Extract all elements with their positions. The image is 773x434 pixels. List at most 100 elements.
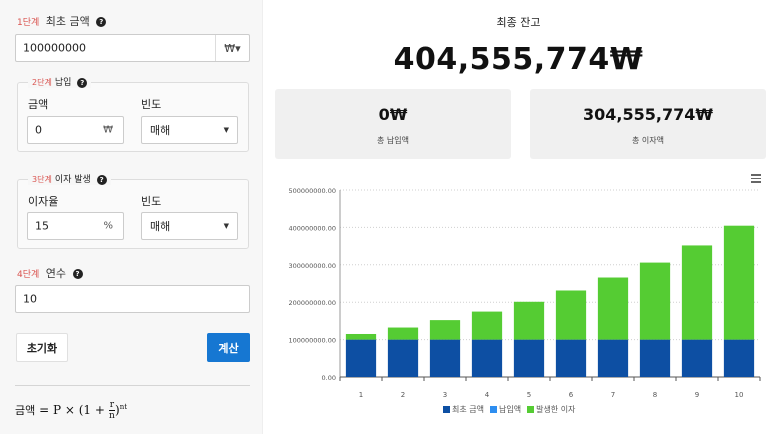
bar-segment-interest[interactable] <box>471 311 503 340</box>
y-tick-label: 200000000.00 <box>288 299 336 307</box>
legend-label: 최초 금액 <box>452 405 484 414</box>
y-tick-label: 400000000.00 <box>288 224 336 232</box>
total-deposit-card: 0₩ 총 납입액 <box>275 89 511 159</box>
formula-exponent: nt <box>119 403 128 411</box>
deposit-currency-suffix: ₩ <box>103 124 113 136</box>
x-tick-label: 5 <box>527 391 531 399</box>
x-tick-label: 3 <box>443 391 447 399</box>
y-tick-label: 0.00 <box>322 374 336 382</box>
total-interest-label: 총 이자액 <box>632 136 664 145</box>
years-input[interactable]: 10 <box>15 285 250 313</box>
bar-segment-interest[interactable] <box>639 262 671 340</box>
interest-rate-input[interactable]: 15 % <box>27 212 124 240</box>
initial-amount-value: 100000000 <box>23 41 86 55</box>
legend-label: 발생한 이자 <box>536 405 576 414</box>
step3-label: 이자 발생 <box>54 175 91 185</box>
deposit-amount-label: 금액 <box>28 98 49 111</box>
bar-segment-principal[interactable] <box>681 339 713 377</box>
interest-rate-label: 이자율 <box>28 195 59 208</box>
interest-frequency-label: 빈도 <box>141 195 162 208</box>
bar-segment-interest[interactable] <box>345 333 377 340</box>
chart-legend: 최초 금액 납입액 발생한 이자 <box>443 404 575 415</box>
y-tick-label: 300000000.00 <box>288 262 336 270</box>
step4-label: 연수 <box>45 267 67 280</box>
x-tick-label: 9 <box>695 391 699 399</box>
x-tick-label: 6 <box>569 391 574 399</box>
legend-label: 납입액 <box>498 405 522 414</box>
bar-segment-principal[interactable] <box>345 339 377 377</box>
step1-label: 최초 금액 <box>45 15 90 28</box>
total-deposit-value: 0₩ <box>378 105 408 124</box>
bar-segment-interest[interactable] <box>681 245 713 340</box>
currency-dropdown-button[interactable]: ₩▾ <box>215 35 249 61</box>
interest-frequency-value: 매해 <box>150 220 171 233</box>
formula-body: = P × (1 + <box>39 403 109 417</box>
step2-number: 2단계 <box>32 78 52 87</box>
interest-frequency-select[interactable]: 매해 ▼ <box>141 212 238 240</box>
x-tick-label: 4 <box>485 391 490 399</box>
total-interest-card: 304,555,774₩ 총 이자액 <box>530 89 766 159</box>
divider <box>15 385 250 386</box>
percent-suffix: % <box>103 220 113 232</box>
total-deposit-label: 총 납입액 <box>377 136 409 145</box>
legend-item-interest[interactable]: 발생한 이자 <box>527 404 575 415</box>
legend-swatch <box>489 406 497 413</box>
years-value: 10 <box>23 292 37 306</box>
x-tick-label: 7 <box>611 391 615 399</box>
step3-legend: 3단계 이자 발생 ? <box>28 172 111 185</box>
bar-segment-interest[interactable] <box>597 277 629 340</box>
bar-segment-principal[interactable] <box>639 339 671 377</box>
step1-number: 1단계 <box>17 18 40 28</box>
bar-segment-interest[interactable] <box>387 327 419 340</box>
bar-segment-principal[interactable] <box>387 339 419 377</box>
formula-prefix: 금액 <box>15 404 36 417</box>
total-interest-value: 304,555,774₩ <box>583 105 713 124</box>
deposit-amount-input[interactable]: 0 ₩ <box>27 116 124 144</box>
help-icon[interactable]: ? <box>96 174 107 185</box>
caret-down-icon: ▼ <box>223 126 229 134</box>
bar-segment-interest[interactable] <box>513 301 545 340</box>
help-icon[interactable]: ? <box>77 77 88 88</box>
x-tick-label: 1 <box>359 391 363 399</box>
reset-button[interactable]: 초기화 <box>16 333 68 362</box>
calculate-button[interactable]: 계산 <box>207 333 250 362</box>
x-tick-label: 10 <box>735 391 744 399</box>
deposit-frequency-value: 매해 <box>150 124 171 137</box>
legend-item-deposit[interactable]: 납입액 <box>489 404 522 415</box>
deposit-amount-value: 0 <box>35 123 42 137</box>
compound-interest-formula: 금액 = P × (1 + r n)nt <box>15 400 127 421</box>
caret-down-icon: ▼ <box>223 222 229 230</box>
x-tick-label: 8 <box>653 391 657 399</box>
bar-segment-interest[interactable] <box>429 320 461 340</box>
deposit-frequency-select[interactable]: 매해 ▼ <box>141 116 238 144</box>
help-icon[interactable]: ? <box>96 17 107 27</box>
bar-segment-principal[interactable] <box>723 339 755 377</box>
interest-rate-value: 15 <box>35 219 49 233</box>
y-tick-label: 100000000.00 <box>288 337 336 345</box>
step4-number: 4단계 <box>17 270 40 280</box>
deposit-frequency-label: 빈도 <box>141 98 162 111</box>
legend-swatch <box>443 406 450 413</box>
final-balance-label: 최종 잔고 <box>496 16 541 29</box>
step3-number: 3단계 <box>32 175 52 184</box>
help-icon[interactable]: ? <box>72 269 83 279</box>
bar-segment-principal[interactable] <box>471 339 503 377</box>
legend-swatch <box>527 406 535 413</box>
bar-segment-principal[interactable] <box>429 339 461 377</box>
bar-segment-interest[interactable] <box>723 225 755 340</box>
input-panel: 1단계 최초 금액 ? 100000000 ₩▾ 2단계 납입 ? 금액 빈도 0… <box>0 0 262 434</box>
step2-legend: 2단계 납입 ? <box>28 75 92 88</box>
bar-segment-interest[interactable] <box>555 290 587 340</box>
bar-segment-principal[interactable] <box>597 339 629 377</box>
legend-item-principal[interactable]: 최초 금액 <box>443 404 484 415</box>
bar-segment-principal[interactable] <box>513 339 545 377</box>
x-tick-label: 2 <box>401 391 405 399</box>
step1-title: 1단계 최초 금액 ? <box>17 13 107 29</box>
final-balance-value: 404,555,774₩ <box>393 42 644 77</box>
step2-label: 납입 <box>54 78 72 88</box>
step4-title: 4단계 연수 ? <box>17 265 83 281</box>
y-tick-label: 500000000.00 <box>288 187 336 195</box>
stacked-bar-chart: 0.00 100000000.00 200000000.00 300000000.00… <box>288 187 761 399</box>
initial-amount-input[interactable]: 100000000 ₩▾ <box>15 34 250 62</box>
bar-segment-principal[interactable] <box>555 339 587 377</box>
